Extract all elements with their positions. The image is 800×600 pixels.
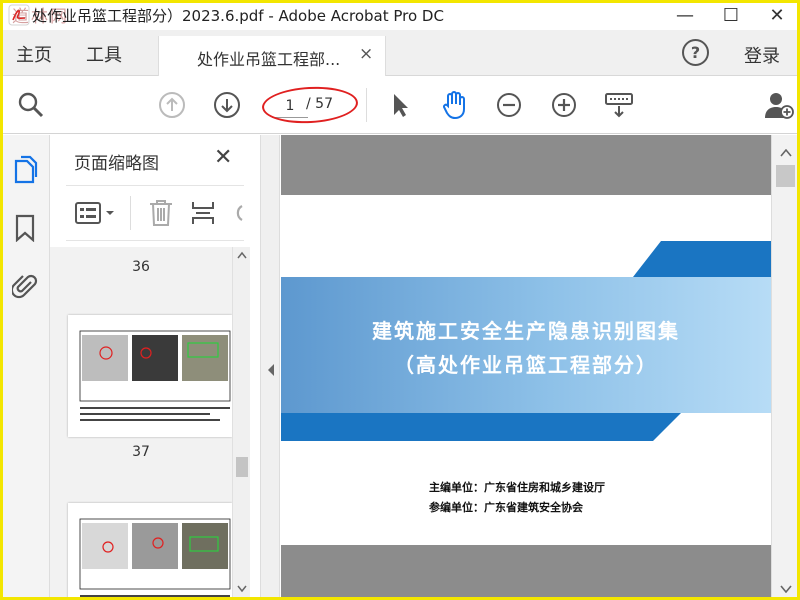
panel-tools-divider (130, 196, 131, 230)
arrow-down-circle-icon (214, 92, 240, 118)
panel-scroll-thumb[interactable] (236, 457, 248, 477)
thumbnails-panel: 页面缩略图 ✕ 36 37 (50, 135, 260, 600)
toolbar-divider (366, 88, 367, 122)
search-zoom-button[interactable] (16, 90, 46, 120)
doc-scroll-down-icon[interactable] (780, 585, 792, 593)
plus-circle-icon (552, 93, 576, 117)
bookmarks-button[interactable] (11, 213, 39, 243)
red-annotation-ellipse (261, 84, 359, 126)
login-button[interactable]: 登录 (744, 42, 780, 68)
zoom-in-button[interactable] (549, 90, 579, 120)
prev-page-button[interactable] (157, 90, 187, 120)
doc-scroll-thumb[interactable] (776, 165, 795, 187)
keyboard-scroll-button[interactable] (604, 90, 634, 120)
document-scrollbar[interactable] (771, 135, 800, 600)
close-icon: ✕ (769, 4, 785, 26)
chief-editor-line: 主编单位：广东省住房和城乡建设厅 (429, 481, 605, 494)
minus-circle-icon (497, 93, 521, 117)
page-thumbnails-button[interactable] (11, 155, 39, 185)
main-toolbar: 1 / 57 (0, 76, 800, 134)
minimize-button[interactable]: — (662, 0, 708, 30)
cover-title-line2: （高处作业吊篮工程部分） (394, 353, 658, 377)
help-button[interactable]: ? (682, 39, 709, 66)
bookmark-icon (15, 214, 35, 242)
scroll-up-icon[interactable] (237, 251, 247, 259)
navigation-rail (0, 135, 50, 600)
document-tab-label: 处作业吊篮工程部... (197, 50, 341, 69)
document-tab[interactable]: 处作业吊篮工程部... × (158, 36, 386, 77)
hand-icon (443, 91, 465, 120)
thumbnail-label: 36 (132, 259, 150, 275)
menu-home[interactable]: 主页 (16, 41, 52, 67)
delete-page-icon[interactable] (148, 198, 174, 228)
select-tool-button[interactable] (385, 90, 415, 120)
extract-page-icon[interactable] (190, 198, 216, 228)
add-user-icon (765, 93, 794, 119)
minimize-icon: — (676, 4, 694, 26)
close-button[interactable]: ✕ (754, 0, 800, 30)
co-editor-line: 参编单位：广东省建筑安全协会 (429, 501, 583, 514)
menu-bar: 主页 工具 处作业吊篮工程部... × ? 登录 (0, 30, 800, 77)
menu-tools[interactable]: 工具 (86, 41, 122, 67)
thumbnail-content (79, 330, 231, 421)
thumbnail-page[interactable] (68, 503, 232, 600)
window-title: 处作业吊篮工程部分）2023.6.pdf - Adobe Acrobat Pro… (32, 7, 444, 25)
arrow-up-circle-icon (159, 92, 185, 118)
doc-scroll-up-icon[interactable] (780, 149, 792, 157)
title-bar: 道林网 处作业吊篮工程部分）2023.6.pdf - Adobe Acrobat… (0, 0, 800, 30)
next-page-button[interactable] (212, 90, 242, 120)
cover-title-band (281, 277, 771, 413)
tab-close-icon[interactable]: × (359, 44, 373, 64)
thumbnail-options-icon[interactable] (74, 200, 120, 226)
hand-tool-button[interactable] (439, 90, 469, 120)
pdf-page: 建筑施工安全生产隐患识别图集 （高处作业吊篮工程部分） 主编单位：广东省住房和城… (281, 195, 771, 545)
pages-icon (14, 155, 38, 184)
paperclip-icon (12, 274, 38, 299)
keyboard-scroll-icon (605, 93, 633, 118)
maximize-button[interactable]: ☐ (708, 0, 754, 30)
magnify-icon (18, 92, 44, 118)
panel-close-icon[interactable]: ✕ (214, 145, 232, 170)
zoom-out-button[interactable] (494, 90, 524, 120)
maximize-icon: ☐ (722, 4, 740, 26)
document-view: 建筑施工安全生产隐患识别图集 （高处作业吊篮工程部分） 主编单位：广东省住房和城… (281, 135, 771, 600)
thumbnail-content (79, 518, 231, 597)
panel-toolbar (66, 185, 244, 241)
thumbnail-page[interactable] (68, 315, 232, 437)
collapse-left-icon[interactable] (266, 363, 276, 377)
scroll-down-icon[interactable] (237, 585, 247, 593)
panel-title: 页面缩略图 (74, 154, 159, 174)
thumbnail-label: 37 (132, 444, 150, 460)
cursor-arrow-icon (394, 94, 408, 117)
share-user-button[interactable] (764, 90, 794, 120)
cover-title-line1: 建筑施工安全生产隐患识别图集 (372, 319, 680, 343)
rotate-page-icon[interactable] (230, 198, 244, 228)
panel-scrollbar[interactable] (232, 247, 250, 600)
panel-collapse-strip[interactable] (260, 135, 280, 600)
attachments-button[interactable] (11, 271, 39, 301)
thumbnails-list: 36 37 (50, 247, 232, 600)
